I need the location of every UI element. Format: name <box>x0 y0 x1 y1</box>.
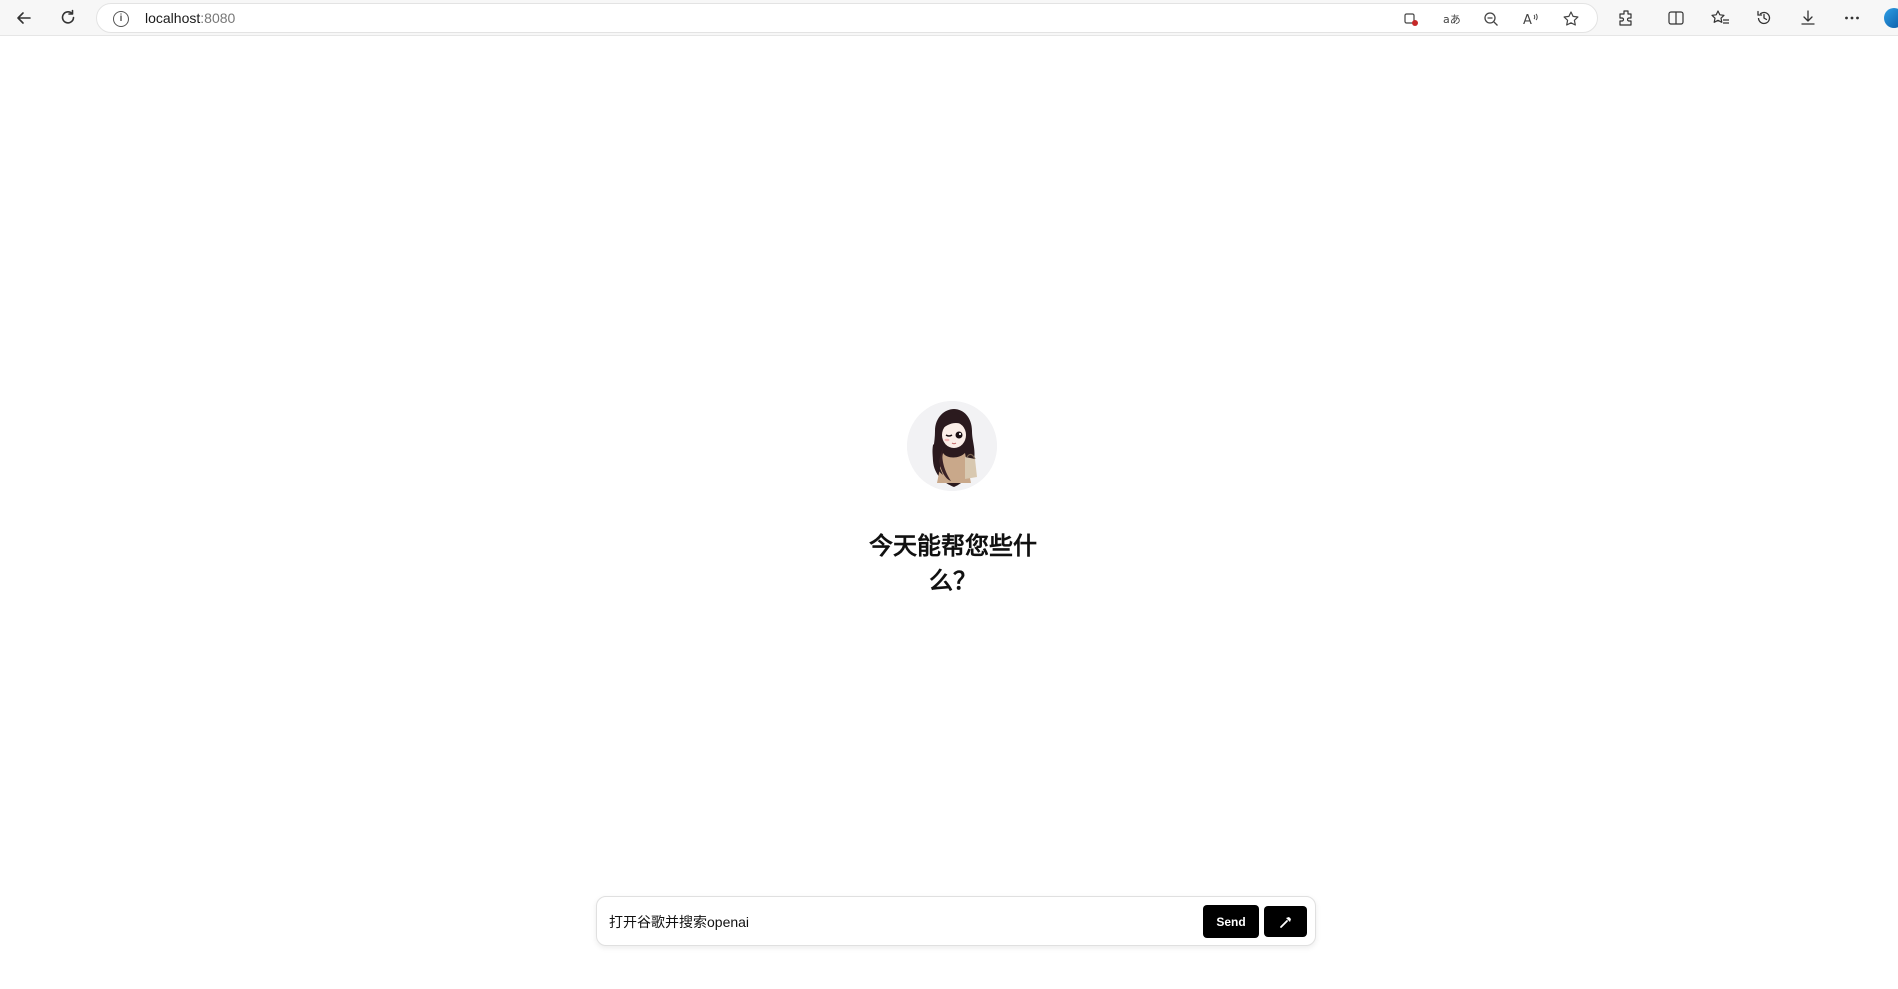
url-host: localhost <box>145 10 201 26</box>
url-text[interactable]: localhost:8080 <box>145 10 235 26</box>
read-aloud-icon[interactable]: A <box>1519 7 1543 31</box>
history-icon[interactable] <box>1750 4 1778 32</box>
favorites-icon[interactable] <box>1706 4 1734 32</box>
extensions-icon[interactable] <box>1612 4 1640 32</box>
copilot-logo-icon[interactable] <box>1884 8 1898 28</box>
avatar-illustration-icon <box>907 401 997 491</box>
address-bar[interactable]: i localhost:8080 aあ A <box>96 3 1598 33</box>
assistant-avatar <box>907 401 997 491</box>
tool-button[interactable] <box>1264 906 1307 937</box>
split-screen-icon[interactable] <box>1662 4 1690 32</box>
greeting-heading: 今天能帮您些什么？ <box>869 533 1037 595</box>
favorite-star-icon[interactable] <box>1559 7 1583 31</box>
url-port: :8080 <box>200 10 236 26</box>
chat-input[interactable] <box>609 907 1179 937</box>
tracking-prevention-icon[interactable] <box>1399 7 1423 31</box>
refresh-icon[interactable] <box>54 4 82 32</box>
chat-composer: Send <box>596 896 1316 946</box>
svg-text:aあ: aあ <box>1443 13 1460 26</box>
browser-toolbar: i localhost:8080 aあ A <box>0 0 1898 36</box>
back-icon[interactable] <box>10 4 38 32</box>
zoom-out-icon[interactable] <box>1479 7 1503 31</box>
hammer-icon <box>1279 916 1291 928</box>
site-info-icon[interactable]: i <box>113 11 129 27</box>
svg-text:A: A <box>1523 13 1532 27</box>
translate-icon[interactable]: aあ <box>1439 7 1463 31</box>
more-options-icon[interactable] <box>1838 4 1866 32</box>
send-button[interactable]: Send <box>1203 905 1259 938</box>
downloads-icon[interactable] <box>1794 4 1822 32</box>
